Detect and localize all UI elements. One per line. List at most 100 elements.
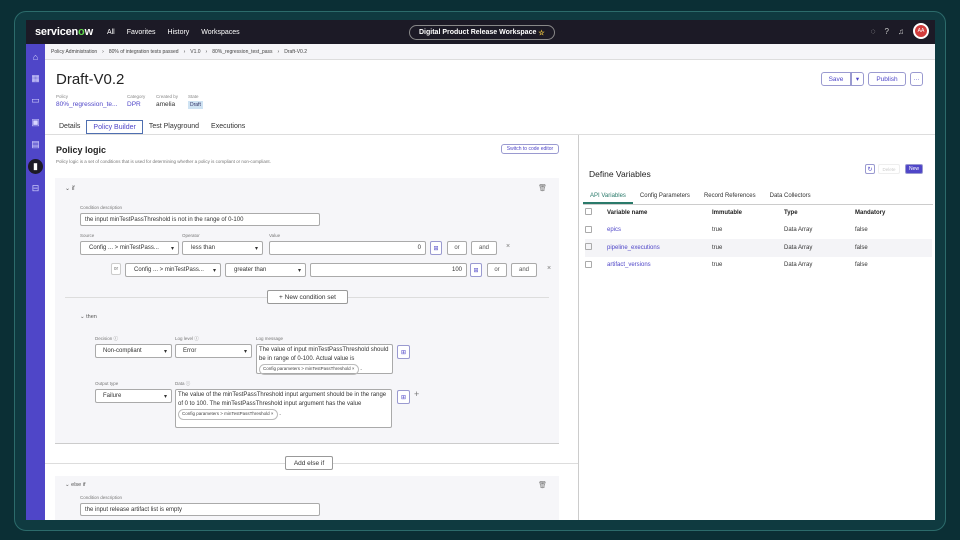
workspace-pill[interactable]: Digital Product Release Workspace ☆ <box>409 25 555 40</box>
workspace-name: Digital Product Release Workspace <box>419 29 537 36</box>
row-checkbox[interactable] <box>585 243 592 251</box>
log-level-label: Log level ⓘ <box>175 336 199 341</box>
add-else-if-button[interactable]: Add else if <box>285 456 333 470</box>
and-button[interactable]: and <box>511 263 537 277</box>
publish-button[interactable]: Publish <box>868 72 906 86</box>
tab-config-parameters[interactable]: Config Parameters <box>633 190 697 204</box>
breadcrumb-item[interactable]: Policy Administration <box>51 49 97 55</box>
home-icon[interactable]: ⌂ <box>28 49 43 64</box>
inbox-icon[interactable]: ▭ <box>28 93 43 108</box>
avatar[interactable]: AA <box>913 23 929 39</box>
add-icon[interactable]: + <box>414 389 419 399</box>
switch-code-editor-button[interactable]: Switch to code editor <box>501 144 559 154</box>
condition-description-input[interactable]: the input minTestPassThreshold is not in… <box>80 213 320 226</box>
nav-workspaces[interactable]: Workspaces <box>201 29 239 36</box>
data-pill[interactable]: Config parameters > minTestPassThreshold… <box>178 409 278 420</box>
data-pill-picker-icon[interactable]: ⊞ <box>397 390 410 404</box>
column-header[interactable]: Mandatory <box>855 204 932 222</box>
table-row[interactable]: epics true Data Array false <box>585 222 932 240</box>
save-dropdown-button[interactable]: ▾ <box>851 72 864 86</box>
calendar-icon[interactable]: ▣ <box>28 115 43 130</box>
log-message-input[interactable]: The value of input minTestPassThreshold … <box>256 344 393 375</box>
breadcrumb-item[interactable]: 80% of integration tests passed <box>109 49 179 55</box>
nav-favorites[interactable]: Favorites <box>127 29 156 36</box>
new-condition-set-button[interactable]: + New condition set <box>267 290 348 304</box>
table-row[interactable]: pipeline_executions true Data Array fals… <box>585 239 932 257</box>
source-select[interactable]: Config ... > minTestPass... <box>80 241 179 255</box>
collapse-icon[interactable]: ⌄ <box>80 314 85 320</box>
define-variables-title: Define Variables <box>589 169 651 179</box>
close-icon[interactable]: × <box>506 243 510 250</box>
briefcase-icon[interactable]: ⊟ <box>28 181 43 196</box>
condition-description-label: Condition description <box>80 205 123 210</box>
log-level-select[interactable]: Error <box>175 344 252 358</box>
variable-link[interactable]: epics <box>607 222 712 240</box>
tab-record-references[interactable]: Record References <box>697 190 763 204</box>
delete-button[interactable]: Delete <box>878 164 900 174</box>
operator-select[interactable]: less than <box>182 241 263 255</box>
operator-select[interactable]: greater than <box>225 263 306 277</box>
data-input[interactable]: The value of the minTestPassThreshold in… <box>175 389 392 428</box>
policy-link[interactable]: 80%_regression_te... <box>56 101 117 108</box>
more-button[interactable]: ··· <box>910 72 923 86</box>
data-pill-picker-icon[interactable]: ⊞ <box>470 263 482 277</box>
collapse-icon[interactable]: ⌄ <box>65 482 70 488</box>
category-link[interactable]: DPR <box>127 101 141 108</box>
nav-all[interactable]: All <box>107 29 115 36</box>
and-button[interactable]: and <box>471 241 497 255</box>
variable-link[interactable]: pipeline_executions <box>607 239 712 257</box>
data-pill-picker-icon[interactable]: ⊞ <box>397 345 410 359</box>
save-button[interactable]: Save <box>821 72 851 86</box>
help-icon[interactable]: ? <box>885 27 889 36</box>
decision-select[interactable]: Non-compliant <box>95 344 172 358</box>
output-type-select[interactable]: Failure <box>95 389 172 403</box>
then-label: then <box>86 314 97 320</box>
grid-icon[interactable]: ▦ <box>28 71 43 86</box>
tab-data-collectors[interactable]: Data Collectors <box>763 190 818 204</box>
bell-icon[interactable]: ♫ <box>898 27 904 36</box>
created-value: amelia <box>156 101 176 108</box>
tab-policy-builder[interactable]: Policy Builder <box>86 120 143 134</box>
breadcrumb-item[interactable]: V1.0 <box>190 49 200 55</box>
column-header[interactable]: Type <box>784 204 855 222</box>
breadcrumb-item[interactable]: 80%_regression_test_pass <box>212 49 272 55</box>
else-if-card: ⌄ else if 🗑 Condition description the in… <box>55 476 559 520</box>
log-message-text: The value of input minTestPassThreshold … <box>259 347 389 362</box>
or-button[interactable]: or <box>487 263 507 277</box>
data-pill[interactable]: Config parameters > minTestPassThreshold… <box>259 364 359 375</box>
close-icon[interactable]: × <box>547 265 551 272</box>
row-checkbox[interactable] <box>585 225 592 233</box>
chat-icon[interactable]: ◌ <box>871 27 876 36</box>
column-header[interactable]: Immutable <box>712 204 784 222</box>
tab-api-variables[interactable]: API Variables <box>583 190 633 204</box>
cell: false <box>855 262 868 269</box>
column-header[interactable]: Variable name <box>607 204 712 222</box>
or-button[interactable]: or <box>447 241 467 255</box>
star-icon[interactable]: ☆ <box>538 29 544 37</box>
nav-history[interactable]: History <box>168 29 190 36</box>
trash-icon[interactable]: 🗑 <box>538 184 547 192</box>
tab-details[interactable]: Details <box>53 120 86 134</box>
table-header: Variable name Immutable Type Mandatory <box>585 204 932 222</box>
value-input[interactable]: 100 <box>310 263 467 277</box>
refresh-icon[interactable]: ↻ <box>865 164 875 174</box>
collapse-icon[interactable]: ⌄ <box>65 186 70 192</box>
tab-test-playground[interactable]: Test Playground <box>143 120 205 134</box>
new-button[interactable]: New <box>905 164 923 174</box>
table-row[interactable]: artifact_versions true Data Array false <box>585 257 932 275</box>
cell: false <box>855 227 868 234</box>
clipboard-icon[interactable]: ▮ <box>28 159 43 174</box>
trash-icon[interactable]: 🗑 <box>538 481 547 489</box>
value-input[interactable]: 0 <box>269 241 426 255</box>
row-checkbox[interactable] <box>585 260 592 268</box>
source-select[interactable]: Config ... > minTestPass... <box>125 263 221 277</box>
or-prefix: or <box>111 263 121 275</box>
tab-executions[interactable]: Executions <box>205 120 251 134</box>
condition-description-input[interactable]: the input release artifact list is empty <box>80 503 320 516</box>
cell: true <box>712 262 723 269</box>
variable-link[interactable]: artifact_versions <box>607 257 712 275</box>
breadcrumb: Policy Administration › 80% of integratio… <box>45 44 935 60</box>
select-all-checkbox[interactable] <box>585 208 592 216</box>
document-icon[interactable]: ▤ <box>28 137 43 152</box>
data-pill-picker-icon[interactable]: ⊞ <box>430 241 442 255</box>
